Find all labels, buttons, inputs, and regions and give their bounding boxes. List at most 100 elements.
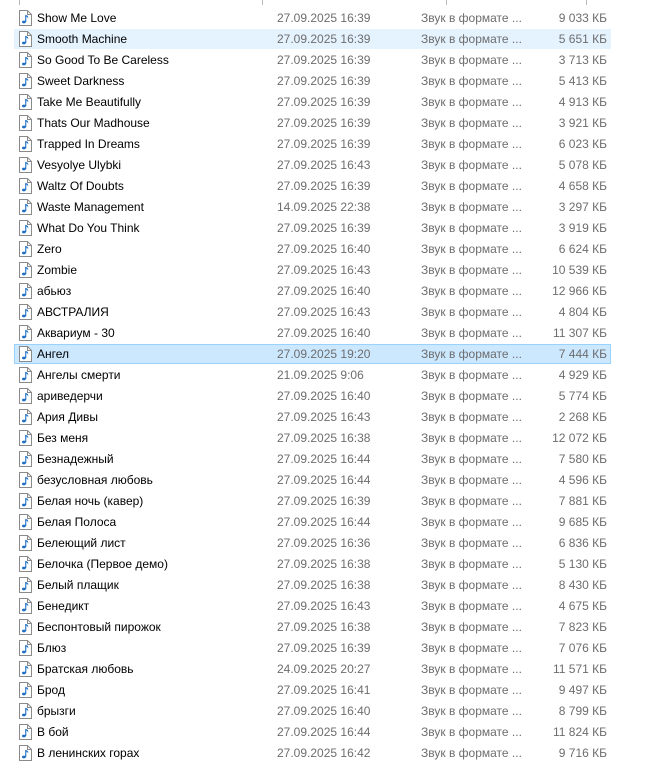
file-name: Waste Management <box>37 200 144 214</box>
file-name: Sweet Darkness <box>37 74 125 88</box>
audio-file-icon <box>19 94 32 110</box>
file-size: 3 919 КБ <box>558 221 607 235</box>
audio-file-icon <box>19 346 32 362</box>
file-type: Звук в формате ... <box>421 305 522 319</box>
file-row[interactable]: Без меня 27.09.2025 16:38 Звук в формате… <box>14 428 611 448</box>
file-type: Звук в формате ... <box>421 662 522 676</box>
file-date-modified: 21.09.2025 9:06 <box>277 368 364 382</box>
file-name: Waltz Of Doubts <box>37 179 124 193</box>
file-size: 5 078 КБ <box>558 158 607 172</box>
file-date-modified: 27.09.2025 16:39 <box>277 95 371 109</box>
file-row[interactable]: Vesyolye Ulybki 27.09.2025 16:43 Звук в … <box>14 155 611 175</box>
file-type: Звук в формате ... <box>421 599 522 613</box>
file-date-modified: 27.09.2025 16:40 <box>277 704 371 718</box>
file-row[interactable]: So Good To Be Careless 27.09.2025 16:39 … <box>14 50 611 70</box>
file-row[interactable]: В бой 27.09.2025 16:44 Звук в формате ..… <box>14 722 611 742</box>
file-row[interactable]: What Do You Think 27.09.2025 16:39 Звук … <box>14 218 611 238</box>
audio-file-icon <box>19 388 32 404</box>
file-name: Take Me Beautifully <box>37 95 142 109</box>
audio-file-icon <box>19 451 32 467</box>
file-name: АВСТРАЛИЯ <box>37 305 109 319</box>
file-row[interactable]: Белый плащик 27.09.2025 16:38 Звук в фор… <box>14 575 611 595</box>
file-row[interactable]: Sweet Darkness 27.09.2025 16:39 Звук в ф… <box>14 71 611 91</box>
file-name: Белая Полоса <box>37 515 117 529</box>
file-date-modified: 27.09.2025 16:43 <box>277 305 371 319</box>
file-size: 5 774 КБ <box>558 389 607 403</box>
file-size: 4 929 КБ <box>558 368 607 382</box>
file-date-modified: 27.09.2025 16:43 <box>277 410 371 424</box>
file-date-modified: 27.09.2025 16:44 <box>277 515 371 529</box>
file-row[interactable]: Ангел 27.09.2025 19:20 Звук в формате ..… <box>14 344 611 364</box>
file-date-modified: 27.09.2025 16:38 <box>277 578 371 592</box>
file-row[interactable]: Zombie 27.09.2025 16:43 Звук в формате .… <box>14 260 611 280</box>
audio-file-icon <box>19 409 32 425</box>
file-row[interactable]: брызги 27.09.2025 16:40 Звук в формате .… <box>14 701 611 721</box>
file-name: What Do You Think <box>37 221 140 235</box>
file-row[interactable]: Smooth Machine 27.09.2025 16:39 Звук в ф… <box>14 29 611 49</box>
file-name: ариведерчи <box>37 389 103 403</box>
file-type: Звук в формате ... <box>421 347 522 361</box>
file-row[interactable]: В ленинских горах 27.09.2025 16:42 Звук … <box>14 743 611 763</box>
audio-file-icon <box>19 514 32 530</box>
file-name: безусловная любовь <box>37 473 153 487</box>
file-type: Звук в формате ... <box>421 431 522 445</box>
file-size: 9 033 КБ <box>558 11 607 25</box>
file-row[interactable]: Братская любовь 24.09.2025 20:27 Звук в … <box>14 659 611 679</box>
file-date-modified: 27.09.2025 16:39 <box>277 53 371 67</box>
audio-file-icon <box>19 430 32 446</box>
file-row[interactable]: Белая Полоса 27.09.2025 16:44 Звук в фор… <box>14 512 611 532</box>
file-date-modified: 27.09.2025 16:39 <box>277 137 371 151</box>
file-type: Звук в формате ... <box>421 620 522 634</box>
file-row[interactable]: Аквариум - 30 27.09.2025 16:40 Звук в фо… <box>14 323 611 343</box>
row-edge-mark <box>262 0 263 5</box>
file-row[interactable]: АВСТРАЛИЯ 27.09.2025 16:43 Звук в формат… <box>14 302 611 322</box>
file-name: Аквариум - 30 <box>37 326 115 340</box>
file-row[interactable]: Белочка (Первое демо) 27.09.2025 16:38 З… <box>14 554 611 574</box>
file-row[interactable]: Ангелы смерти 21.09.2025 9:06 Звук в фор… <box>14 365 611 385</box>
file-type: Звук в формате ... <box>421 242 522 256</box>
file-row[interactable]: Zero 27.09.2025 16:40 Звук в формате ...… <box>14 239 611 259</box>
file-date-modified: 27.09.2025 16:44 <box>277 473 371 487</box>
audio-file-icon <box>19 556 32 572</box>
file-row[interactable]: Беспонтовый пирожок 27.09.2025 16:38 Зву… <box>14 617 611 637</box>
file-row[interactable]: ариведерчи 27.09.2025 16:40 Звук в форма… <box>14 386 611 406</box>
file-row[interactable]: Бенедикт 27.09.2025 16:43 Звук в формате… <box>14 596 611 616</box>
audio-file-icon <box>19 577 32 593</box>
audio-file-icon <box>19 745 32 761</box>
file-name: Безнадежный <box>37 452 114 466</box>
file-size: 11 571 КБ <box>552 662 607 676</box>
file-row[interactable]: Белая ночь (кавер) 27.09.2025 16:39 Звук… <box>14 491 611 511</box>
audio-file-icon <box>19 493 32 509</box>
audio-file-icon <box>19 52 32 68</box>
file-name: Бенедикт <box>37 599 90 613</box>
file-row[interactable]: Waltz Of Doubts 27.09.2025 16:39 Звук в … <box>14 176 611 196</box>
file-row[interactable]: Белеющий лист 27.09.2025 16:36 Звук в фо… <box>14 533 611 553</box>
file-date-modified: 27.09.2025 16:40 <box>277 242 371 256</box>
file-row[interactable]: Thats Our Madhouse 27.09.2025 16:39 Звук… <box>14 113 611 133</box>
file-size: 9 497 КБ <box>558 683 607 697</box>
file-size: 6 023 КБ <box>558 137 607 151</box>
file-type: Звук в формате ... <box>421 746 522 760</box>
file-size: 5 651 КБ <box>558 32 607 46</box>
audio-file-icon <box>19 241 32 257</box>
audio-file-icon <box>19 10 32 26</box>
file-row[interactable]: абьюз 27.09.2025 16:40 Звук в формате ..… <box>14 281 611 301</box>
audio-file-icon <box>19 325 32 341</box>
file-type: Звук в формате ... <box>421 515 522 529</box>
file-row[interactable]: Trapped In Dreams 27.09.2025 16:39 Звук … <box>14 134 611 154</box>
file-size: 4 596 КБ <box>558 473 607 487</box>
file-date-modified: 27.09.2025 16:44 <box>277 452 371 466</box>
file-row[interactable]: Ария Дивы 27.09.2025 16:43 Звук в формат… <box>14 407 611 427</box>
file-row[interactable]: Show Me Love 27.09.2025 16:39 Звук в фор… <box>14 8 611 28</box>
file-row[interactable]: безусловная любовь 27.09.2025 16:44 Звук… <box>14 470 611 490</box>
file-row[interactable]: Брод 27.09.2025 16:41 Звук в формате ...… <box>14 680 611 700</box>
audio-file-icon <box>19 367 32 383</box>
file-row[interactable]: Take Me Beautifully 27.09.2025 16:39 Зву… <box>14 92 611 112</box>
file-row[interactable]: Waste Management 14.09.2025 22:38 Звук в… <box>14 197 611 217</box>
file-row[interactable]: Безнадежный 27.09.2025 16:44 Звук в форм… <box>14 449 611 469</box>
file-type: Звук в формате ... <box>421 473 522 487</box>
file-size: 5 130 КБ <box>558 557 607 571</box>
audio-file-icon <box>19 73 32 89</box>
file-date-modified: 27.09.2025 16:39 <box>277 179 371 193</box>
file-row[interactable]: Блюз 27.09.2025 16:39 Звук в формате ...… <box>14 638 611 658</box>
